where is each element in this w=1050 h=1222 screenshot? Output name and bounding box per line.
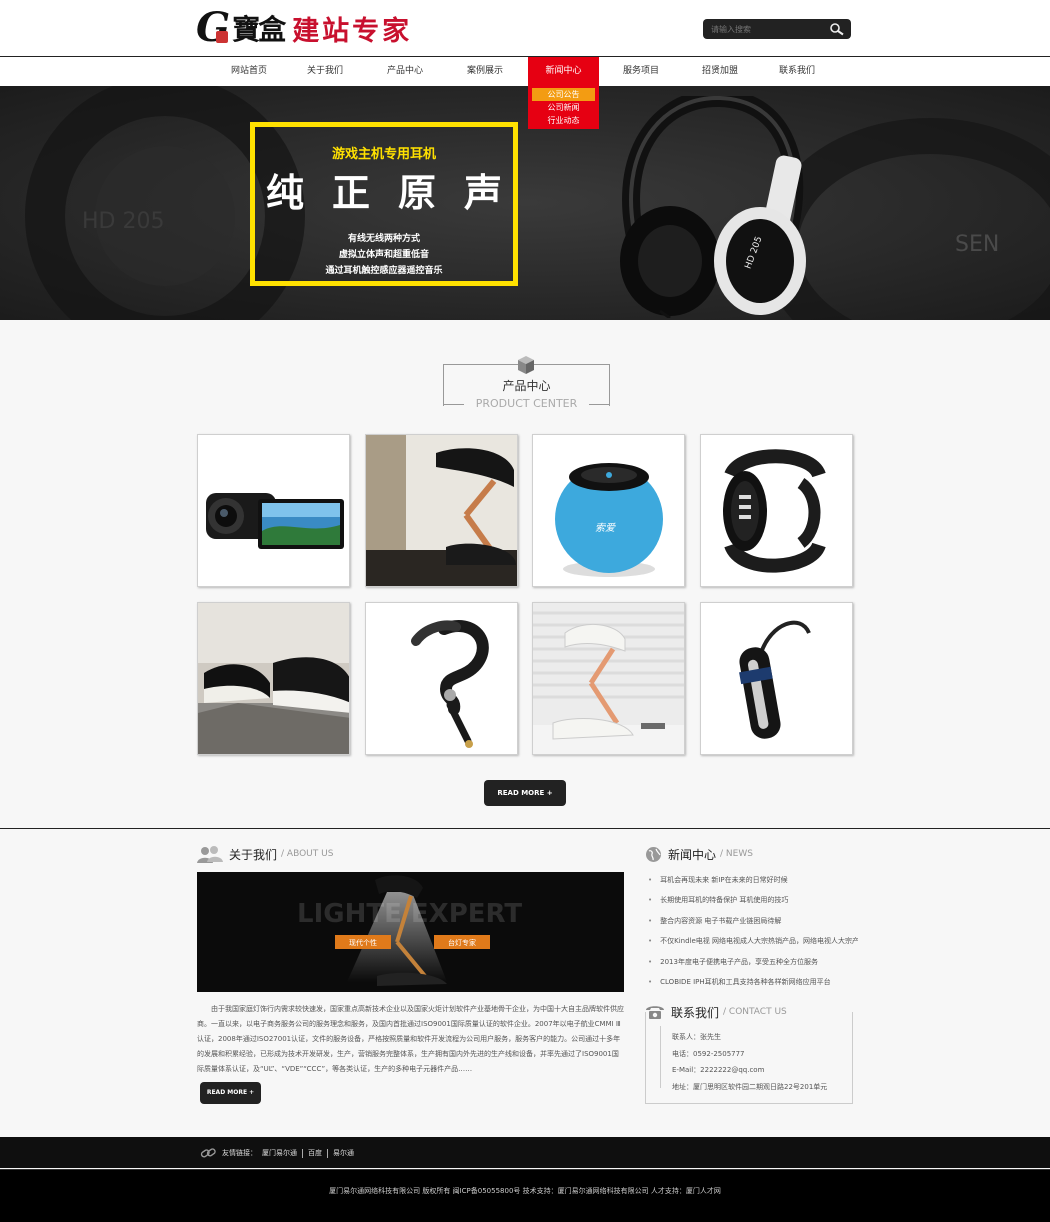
dropdown-item-company-news[interactable]: 公司新闻 — [532, 101, 595, 114]
product-blue-speaker[interactable]: 索爱 — [532, 434, 685, 587]
banner-bg-model-label: HD 205 — [82, 209, 164, 234]
nav-item-products[interactable]: 产品中心 — [374, 57, 436, 86]
product-center-title-en: PRODUCT CENTER — [464, 397, 589, 410]
headphone-image: HD 205 — [620, 96, 806, 318]
logo-seal-icon — [216, 31, 229, 43]
product-camcorder[interactable] — [197, 434, 350, 587]
news-item[interactable]: 耳机会再现未来 新IP在未来的日常好时候 — [648, 870, 858, 890]
news-list: 耳机会再现未来 新IP在未来的日常好时候 长期使用耳机的特备保护 耳机使用的技巧… — [648, 870, 858, 992]
nav-item-services[interactable]: 服务项目 — [610, 57, 672, 86]
product-black-headset[interactable] — [700, 602, 853, 755]
search-bar — [703, 19, 851, 39]
about-description: 由于我国家庭灯饰行内需求较快速发，国家重点高新技术企业以及国家火炬计划软件产业基… — [197, 1005, 624, 1073]
about-image-tag-left: 现代个性 — [349, 938, 377, 947]
about-lamp-graphic: LIGHTE EXPERT 现代个性 台灯专家 — [297, 875, 522, 986]
site-logo[interactable]: G 寶盒 建站专家 — [196, 6, 412, 50]
product-smart-watch[interactable] — [700, 434, 853, 587]
product-white-lamp[interactable] — [532, 602, 685, 755]
white-lamp-image — [533, 603, 684, 754]
product-lamp-closeup[interactable] — [197, 602, 350, 755]
contact-phone: 电话：0592-2505777 — [672, 1050, 745, 1058]
news-item[interactable]: 整合内容资源 电子书载产业链困局待解 — [648, 911, 858, 931]
banner-title-char: 原 — [398, 171, 437, 215]
smart-watch-image — [723, 449, 826, 573]
banner-feature-line: 虚拟立体声和超重低音 — [338, 250, 429, 260]
section-divider — [0, 828, 1050, 829]
banner-title-char: 声 — [464, 171, 503, 215]
contact-person: 联系人：张先生 — [672, 1033, 721, 1041]
lamp-closeup-image — [198, 603, 349, 754]
news-header: 新闻中心 / NEWS — [645, 844, 753, 864]
about-title-en: / ABOUT US — [281, 849, 334, 859]
news-dropdown: 公司公告 公司新闻 行业动态 — [528, 86, 599, 129]
contact-divider — [660, 1026, 661, 1088]
friend-link[interactable]: 易尔通 — [333, 1148, 354, 1158]
nav-item-about[interactable]: 关于我们 — [294, 57, 356, 86]
banner-feature-line: 有线无线两种方式 — [347, 234, 420, 244]
hero-banner[interactable]: HD 205 SEN 游戏主机专用耳机 纯 正 原 声 有线无线两种方式 虚拟立… — [0, 86, 1050, 320]
friend-links: 友情链接： 厦门易尔通 百度 易尔通 — [200, 1147, 359, 1159]
contact-box: 联系人：张先生 电话：0592-2505777 E-Mail：2222222@q… — [645, 1012, 853, 1104]
banner-title: 纯 正 原 声 — [255, 167, 513, 219]
nav-item-join[interactable]: 招贤加盟 — [689, 57, 751, 86]
dropdown-item-industry[interactable]: 行业动态 — [532, 114, 595, 127]
site-footer: 厦门易尔通网络科技有限公司 版权所有 闽ICP备05055800号 技术支持：厦… — [0, 1169, 1050, 1222]
about-image: LIGHTE EXPERT 现代个性 台灯专家 — [197, 872, 624, 992]
news-item[interactable]: CLOBIDE IPH耳机和工具支持各种各样新网络应用平台 — [648, 972, 858, 992]
contact-email[interactable]: E-Mail：2222222@qq.com — [672, 1065, 764, 1075]
friend-links-bar: 友情链接： 厦门易尔通 百度 易尔通 — [0, 1137, 1050, 1168]
search-icon[interactable] — [829, 22, 845, 36]
search-input[interactable] — [711, 22, 821, 36]
banner-subtitle: 游戏主机专用耳机 — [331, 147, 436, 162]
about-title-cn: 关于我们 — [229, 847, 278, 862]
bluetooth-headset-image — [411, 620, 489, 748]
news-title-cn: 新闻中心 — [668, 847, 717, 862]
copyright-text: 厦门易尔通网络科技有限公司 版权所有 闽ICP备05055800号 技术支持：厦… — [329, 1187, 721, 1195]
link-separator — [302, 1148, 303, 1158]
about-header: 关于我们 / ABOUT US — [197, 844, 333, 864]
news-item[interactable]: 不仅Kindle电视 网络电视成人大宗热销产品，网络电视人大宗产品 — [648, 931, 858, 951]
desk-lamp-image — [366, 435, 517, 586]
banner-title-char: 正 — [331, 171, 370, 215]
nav-item-contact[interactable]: 联系我们 — [766, 57, 828, 86]
nav-item-cases[interactable]: 案例展示 — [454, 57, 516, 86]
products-read-more-button[interactable]: READ MORE + — [484, 780, 566, 806]
banner-text-frame: 游戏主机专用耳机 纯 正 原 声 有线无线两种方式 虚拟立体声和超重低音 通过耳… — [250, 122, 518, 286]
black-headset-image — [739, 620, 811, 739]
friend-link[interactable]: 厦门易尔通 — [262, 1148, 297, 1158]
news-item[interactable]: 长期使用耳机的特备保护 耳机使用的技巧 — [648, 890, 858, 910]
product-desk-lamp[interactable] — [365, 434, 518, 587]
about-read-more-button[interactable]: READ MORE + — [200, 1082, 261, 1104]
people-icon — [197, 846, 223, 863]
friend-links-label: 友情链接： — [222, 1149, 257, 1157]
banner-title-char: 纯 — [265, 171, 304, 215]
banner-bg-brand-label: SEN — [955, 232, 999, 257]
globe-icon — [646, 846, 661, 862]
speaker-brand-label: 索爱 — [595, 522, 616, 534]
main-nav: 网站首页 关于我们 产品中心 案例展示 新闻中心 服务项目 招贤加盟 联系我们 — [0, 56, 1050, 86]
banner-features: 有线无线两种方式 虚拟立体声和超重低音 通过耳机触控感应器遥控音乐 — [255, 231, 513, 279]
blue-speaker-image: 索爱 — [555, 463, 663, 577]
camcorder-image — [206, 493, 344, 549]
link-separator — [327, 1148, 328, 1158]
nav-item-news[interactable]: 新闻中心 — [528, 57, 599, 86]
nav-item-home[interactable]: 网站首页 — [218, 57, 280, 86]
banner-background: HD 205 SEN — [0, 86, 1050, 320]
site-header: G 寶盒 建站专家 — [0, 0, 1050, 56]
product-center-title-cn: 产品中心 — [502, 379, 551, 393]
cube-icon — [518, 356, 534, 374]
dropdown-item-announcement[interactable]: 公司公告 — [532, 88, 595, 101]
logo-tagline: 建站专家 — [292, 15, 413, 47]
contact-address: 地址：厦门思明区软件园二期观日路22号201单元 — [672, 1083, 828, 1091]
logo-brand: 寶盒 — [232, 13, 286, 46]
about-image-tag-right: 台灯专家 — [448, 938, 476, 947]
friend-link[interactable]: 百度 — [308, 1148, 322, 1158]
banner-feature-line: 通过耳机触控感应器遥控音乐 — [325, 266, 443, 276]
link-icon — [200, 1148, 216, 1158]
news-item[interactable]: 2013年度电子便携电子产品，享受五种全方位服务 — [648, 952, 858, 972]
product-bluetooth-headset[interactable] — [365, 602, 518, 755]
news-title-en: / NEWS — [720, 849, 753, 859]
